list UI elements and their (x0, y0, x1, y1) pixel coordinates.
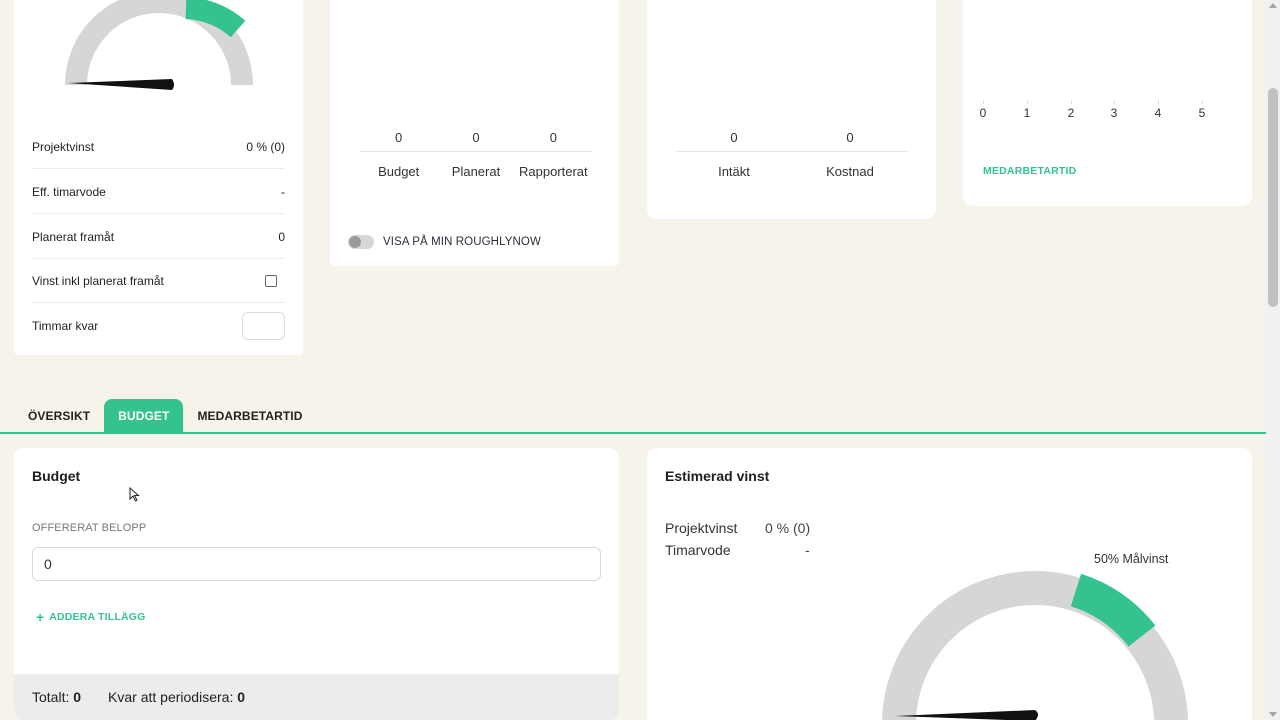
offered-amount-label: OFFERERAT BELOPP (32, 522, 147, 534)
revenue-cost-card: 0 Intäkt 0 Kostnad (647, 0, 936, 219)
profit-summary-card: Projektvinst 0 % (0) Eff. timarvode - Pl… (14, 0, 303, 355)
row-planerat-framat: Planerat framåt 0 (32, 215, 285, 259)
hours-columns: 0 Budget 0 Planerat 0 Rapporterat (360, 130, 592, 179)
row-value: 0 % (0) (246, 139, 285, 154)
staff-axis: 0 1 2 3 4 5 (979, 100, 1223, 126)
estimated-profit-card: Estimerad vinst Projektvinst 0 % (0) Tim… (647, 448, 1252, 720)
tab-budget[interactable]: BUDGET (104, 399, 184, 433)
axis-tick-label: 3 (1110, 106, 1118, 120)
remaining-value: 0 (237, 689, 246, 705)
axis-tick-label: 5 (1198, 106, 1206, 120)
estimate-rate-label: Timarvode (665, 542, 731, 558)
estimate-rate-value: - (805, 542, 810, 558)
hours-col-rapporterat: 0 Rapporterat (515, 130, 592, 179)
tick-mark (1114, 100, 1115, 104)
axis-tick-label: 4 (1154, 106, 1162, 120)
col-label: Planerat (451, 164, 501, 179)
hours-col-planerat: 0 Planerat (437, 130, 514, 179)
budget-footer: Totalt: 0 Kvar att periodisera: 0 (14, 674, 619, 720)
col-label: Intäkt (718, 164, 750, 179)
hours-left-input[interactable] (242, 312, 285, 340)
tick-mark (1202, 100, 1203, 104)
scroll-thumb[interactable] (1268, 88, 1278, 307)
staff-time-card: 0 1 2 3 4 5 MEDARBETARTID (963, 0, 1252, 206)
budget-card: Budget OFFERERAT BELOPP + ADDERA TILLÄGG… (14, 448, 619, 720)
scroll-up-icon[interactable] (1269, 3, 1277, 8)
include-planned-checkbox[interactable] (265, 274, 277, 287)
tick-mark (1027, 100, 1028, 104)
total-summary: Totalt: 0 (32, 689, 81, 705)
row-label: Vinst inkl planerat framåt (32, 273, 164, 288)
tab-oversikt[interactable]: ÖVERSIKT (14, 399, 104, 433)
total-label: Totalt: (32, 689, 70, 705)
row-timmar-kvar: Timmar kvar (32, 304, 285, 348)
budget-title: Budget (32, 468, 81, 484)
page-scrollbar[interactable] (1266, 0, 1280, 720)
row-value: - (281, 184, 285, 199)
profit-gauge (65, 0, 253, 90)
add-addition-button[interactable]: + ADDERA TILLÄGG (36, 609, 146, 625)
mouse-cursor-icon (129, 487, 140, 502)
estimate-title: Estimerad vinst (665, 468, 770, 484)
axis-tick-label: 0 (979, 106, 987, 120)
row-label: Eff. timarvode (32, 184, 106, 199)
col-value: 0 (730, 130, 738, 145)
roughlynow-toggle[interactable] (348, 235, 374, 249)
tick-mark (983, 100, 984, 104)
row-vinst-inkl-planerat: Vinst inkl planerat framåt (32, 259, 285, 303)
add-addition-label: ADDERA TILLÄGG (49, 611, 146, 623)
roughlynow-toggle-row: VISA PÅ MIN ROUGHLYNOW (348, 235, 541, 249)
col-value: 0 (395, 130, 403, 145)
remaining-label: Kvar att periodisera: (108, 689, 234, 705)
row-label: Projektvinst (32, 139, 95, 154)
col-label: Rapporterat (518, 164, 588, 179)
scroll-down-icon[interactable] (1269, 712, 1277, 717)
col-label: Budget (378, 164, 420, 179)
row-projektvinst: Projektvinst 0 % (0) (32, 125, 285, 169)
tick-mark (1071, 100, 1072, 104)
offered-amount-input[interactable] (32, 547, 601, 581)
tab-bar: ÖVERSIKT BUDGET MEDARBETARTID (14, 399, 317, 433)
axis-tick-label: 1 (1023, 106, 1031, 120)
money-col-intakt: 0 Intäkt (676, 130, 792, 179)
staff-time-link[interactable]: MEDARBETARTID (983, 165, 1076, 177)
total-value: 0 (73, 689, 82, 705)
col-value: 0 (472, 130, 480, 145)
row-eff-timarvode: Eff. timarvode - (32, 170, 285, 214)
tick-mark (1158, 100, 1159, 104)
col-label: Kostnad (826, 164, 874, 179)
money-columns: 0 Intäkt 0 Kostnad (676, 130, 908, 179)
remaining-summary: Kvar att periodisera: 0 (108, 689, 245, 705)
row-value: 0 (278, 229, 285, 244)
toggle-label: VISA PÅ MIN ROUGHLYNOW (383, 236, 541, 248)
estimated-profit-gauge (882, 571, 1188, 720)
hours-card: 0 Budget 0 Planerat 0 Rapporterat VISA P… (330, 0, 619, 266)
row-label: Planerat framåt (32, 229, 115, 244)
tab-underline (0, 432, 1266, 434)
hours-col-budget: 0 Budget (360, 130, 437, 179)
row-label: Timmar kvar (32, 319, 99, 333)
col-value: 0 (549, 130, 557, 145)
axis-tick-label: 2 (1067, 106, 1075, 120)
estimate-profit-label: Projektvinst (665, 520, 738, 536)
plus-icon: + (36, 609, 45, 625)
tab-medarbetartid[interactable]: MEDARBETARTID (183, 399, 316, 433)
estimate-profit-value: 0 % (0) (765, 520, 811, 536)
col-value: 0 (846, 130, 854, 145)
money-col-kostnad: 0 Kostnad (792, 130, 908, 179)
